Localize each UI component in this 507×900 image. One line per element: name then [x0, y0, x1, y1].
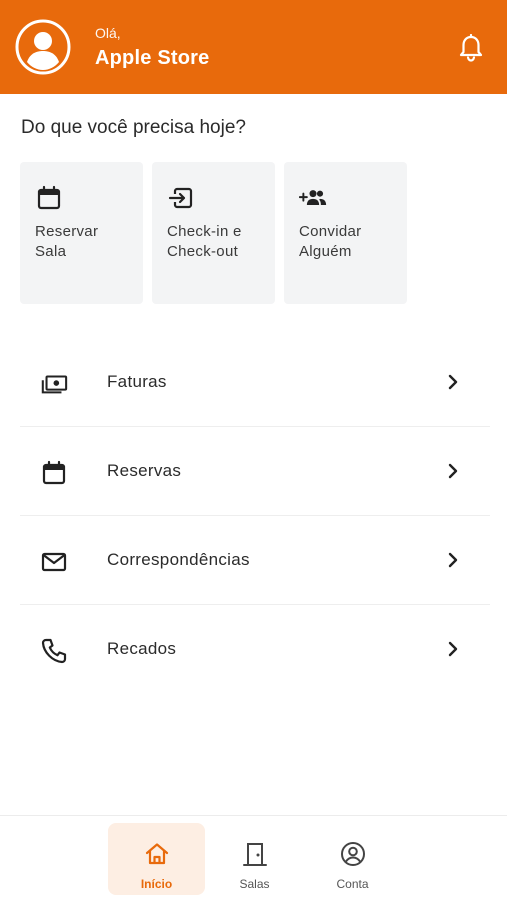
nav-tab-inicio[interactable]: Início: [108, 823, 205, 895]
nav-tab-label: Início: [140, 877, 173, 891]
menu-item-reservas[interactable]: Reservas: [20, 427, 490, 516]
invite-people-icon: [299, 190, 327, 205]
chevron-right-icon: [448, 641, 458, 657]
menu-item-label: Faturas: [107, 372, 167, 391]
card-label: Check-in e Check-out: [167, 223, 242, 260]
calendar-icon: [37, 185, 61, 210]
reserve-room-card[interactable]: Reservar Sala: [20, 162, 143, 304]
chevron-right-icon: [448, 463, 458, 479]
door-icon: [243, 843, 267, 866]
money-icon: [41, 375, 68, 394]
greeting-text: Olá,: [95, 25, 121, 41]
menu-item-label: Correspondências: [107, 550, 250, 569]
app-header: Olá, Apple Store: [0, 0, 507, 94]
mail-icon: [41, 552, 67, 572]
chevron-right-icon: [448, 552, 458, 568]
chevron-right-icon: [448, 374, 458, 390]
store-name: Apple Store: [95, 47, 210, 69]
nav-tab-salas[interactable]: Salas: [206, 823, 303, 895]
calendar-icon: [42, 460, 66, 485]
bell-icon[interactable]: [458, 34, 484, 62]
card-label: Convidar Alguém: [299, 223, 362, 260]
menu-item-label: Reservas: [107, 461, 182, 480]
bottom-navigation: Início Salas Conta: [0, 815, 507, 900]
menu-item-recados[interactable]: Recados: [20, 605, 490, 694]
check-in-icon: [168, 187, 193, 209]
section-title: Do que você precisa hoje?: [21, 117, 246, 138]
nav-tab-conta[interactable]: Conta: [304, 823, 401, 895]
check-in-out-card[interactable]: Check-in e Check-out: [152, 162, 275, 304]
phone-icon: [41, 638, 67, 664]
account-circle-icon: [341, 842, 365, 866]
nav-tab-label: Conta: [336, 877, 369, 891]
home-icon: [145, 843, 169, 865]
menu-item-correspondencias[interactable]: Correspondências: [20, 516, 490, 605]
user-circle-icon[interactable]: [14, 18, 72, 76]
menu-item-label: Recados: [107, 639, 177, 658]
card-label: Reservar Sala: [35, 223, 99, 260]
invite-card[interactable]: Convidar Alguém: [284, 162, 407, 304]
menu-item-faturas[interactable]: Faturas: [20, 338, 490, 427]
nav-tab-label: Salas: [239, 877, 270, 891]
menu-list: Faturas Reservas Correspondências Recado…: [20, 338, 490, 694]
